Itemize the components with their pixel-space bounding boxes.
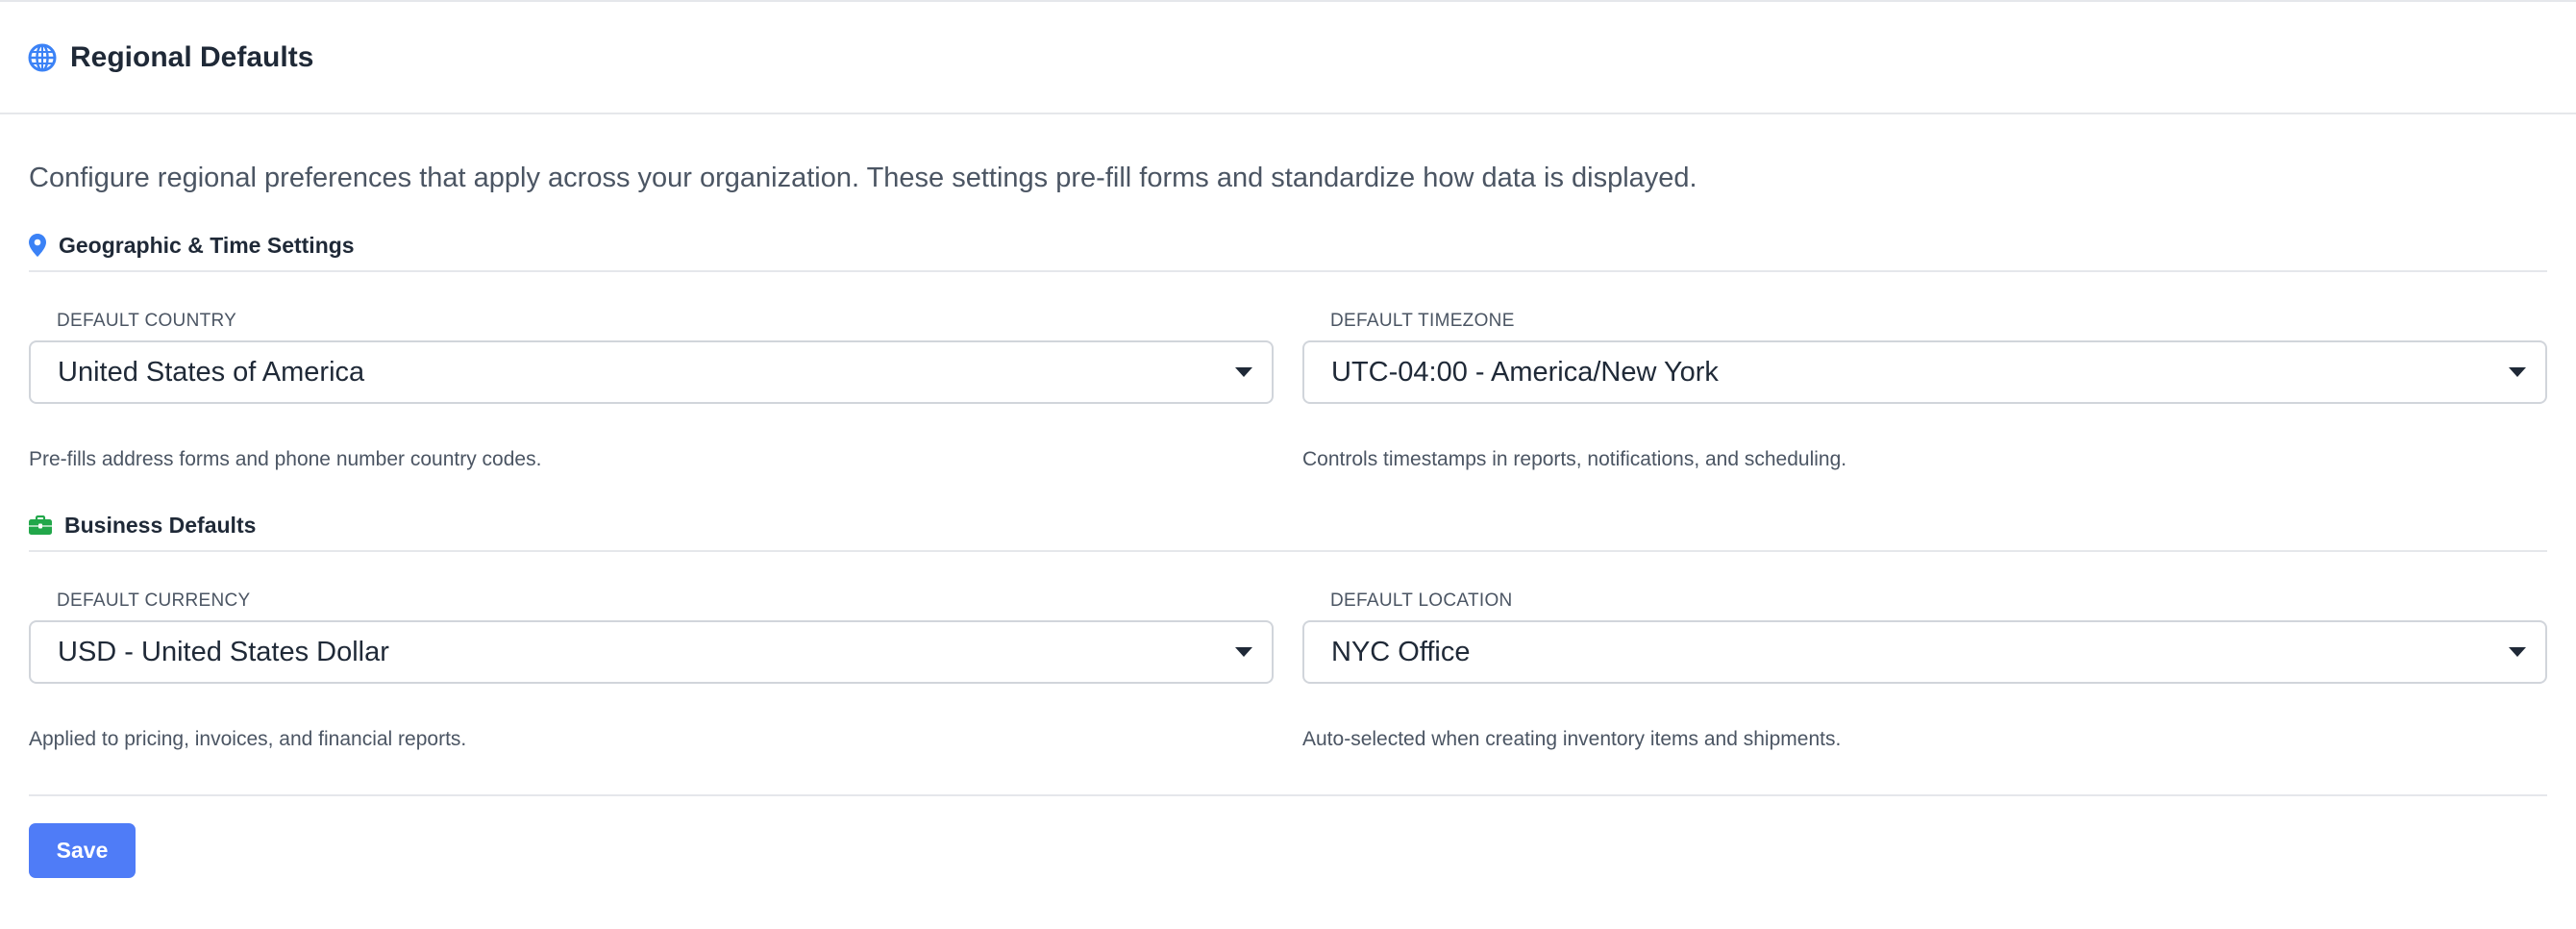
select-value: USD - United States Dollar (58, 636, 389, 667)
help-text: Pre-fills address forms and phone number… (29, 448, 542, 470)
section-title: Geographic & Time Settings (59, 232, 355, 258)
help-text: Auto-selected when creating inventory it… (1302, 728, 1842, 750)
default-country-field: DEFAULT COUNTRY United States of America… (29, 311, 1274, 472)
map-pin-icon (29, 234, 46, 257)
caret-down-icon (2509, 367, 2526, 377)
field-label: DEFAULT LOCATION (1330, 590, 1513, 611)
default-currency-select[interactable]: USD - United States Dollar (29, 620, 1274, 684)
help-text: Applied to pricing, invoices, and financ… (29, 728, 467, 750)
default-location-field: DEFAULT LOCATION NYC Office Auto-selecte… (1302, 590, 2547, 752)
section-header-geographic-time: Geographic & Time Settings (29, 230, 2547, 272)
field-row: DEFAULT CURRENCY USD - United States Dol… (29, 590, 2547, 752)
caret-down-icon (1235, 367, 1252, 377)
select-value: NYC Office (1331, 636, 1471, 667)
page-title: Regional Defaults (70, 40, 314, 73)
caret-down-icon (2509, 647, 2526, 657)
default-country-select[interactable]: United States of America (29, 340, 1274, 404)
footer-divider (29, 794, 2547, 796)
save-button[interactable]: Save (29, 823, 136, 878)
card-body: Configure regional preferences that appl… (0, 159, 2576, 878)
globe-icon (28, 43, 57, 72)
card-header: Regional Defaults (0, 2, 2576, 114)
field-row: DEFAULT COUNTRY United States of America… (29, 311, 2547, 472)
default-currency-field: DEFAULT CURRENCY USD - United States Dol… (29, 590, 1274, 752)
field-label: DEFAULT COUNTRY (57, 311, 237, 331)
select-value: UTC-04:00 - America/New York (1331, 356, 1719, 388)
select-value: United States of America (58, 356, 365, 388)
regional-defaults-card: Regional Defaults Configure regional pre… (0, 0, 2576, 929)
field-label: DEFAULT CURRENCY (57, 590, 251, 611)
briefcase-icon (29, 515, 52, 535)
section-header-business-defaults: Business Defaults (29, 510, 2547, 552)
default-location-select[interactable]: NYC Office (1302, 620, 2547, 684)
default-timezone-field: DEFAULT TIMEZONE UTC-04:00 - America/New… (1302, 311, 2547, 472)
section-title: Business Defaults (64, 512, 257, 538)
page-description: Configure regional preferences that appl… (29, 163, 1697, 193)
field-label: DEFAULT TIMEZONE (1330, 311, 1515, 331)
help-text: Controls timestamps in reports, notifica… (1302, 448, 1847, 470)
default-timezone-select[interactable]: UTC-04:00 - America/New York (1302, 340, 2547, 404)
caret-down-icon (1235, 647, 1252, 657)
